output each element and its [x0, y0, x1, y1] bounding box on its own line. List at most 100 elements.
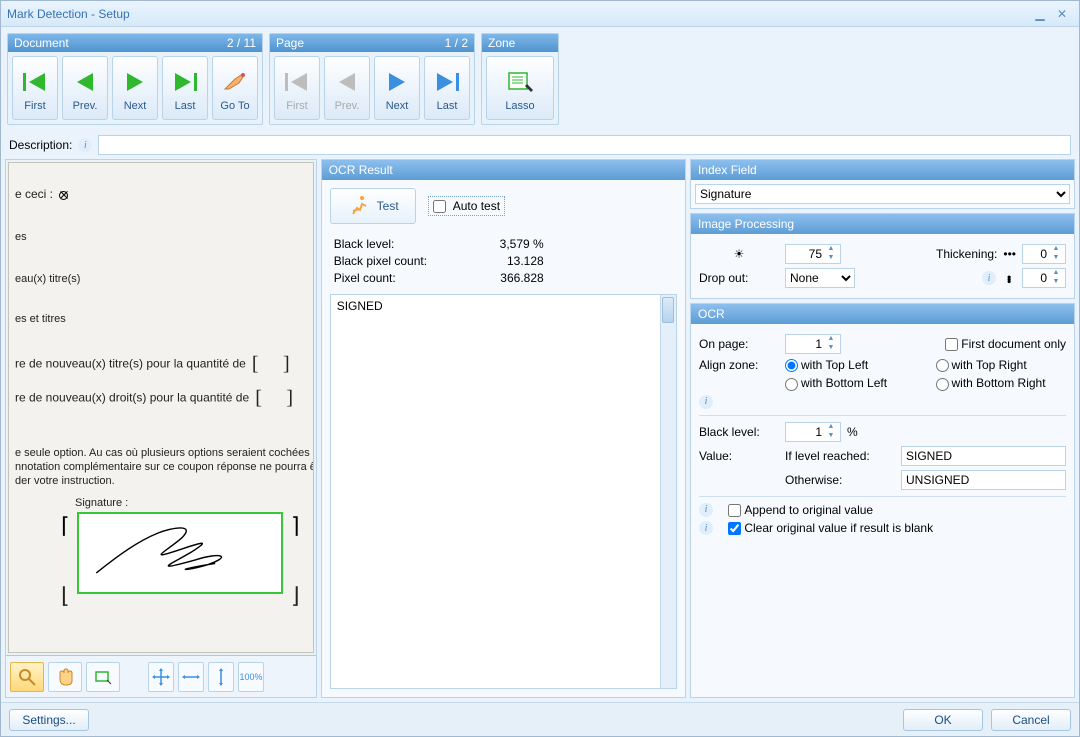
thickening-spin[interactable]: ▲▼	[1022, 244, 1066, 264]
align-topright-radio[interactable]: with Top Right	[936, 358, 1067, 372]
dropout-label: Drop out:	[699, 271, 779, 285]
btn-label: Go To	[220, 100, 249, 112]
document-preview[interactable]: e ceci : es eau(x) titre(s) es et titres…	[8, 162, 314, 653]
black-level-spin[interactable]: ▲▼	[785, 422, 841, 442]
doc-text: e ceci :	[15, 187, 53, 201]
first-icon	[20, 68, 50, 96]
page-last-button[interactable]: Last	[424, 56, 470, 120]
align-bottomleft-radio[interactable]: with Bottom Left	[785, 376, 916, 390]
pan-tool[interactable]	[48, 662, 82, 692]
window-title: Mark Detection - Setup	[7, 7, 130, 21]
close-icon[interactable]: ✕	[1051, 5, 1073, 23]
goto-icon	[220, 68, 250, 96]
btn-label: Next	[386, 100, 409, 112]
index-field-select[interactable]: Signature	[695, 184, 1070, 204]
align-zone-label: Align zone:	[699, 358, 779, 372]
result-value: SIGNED	[337, 299, 383, 313]
info-icon[interactable]: i	[78, 138, 92, 152]
description-label: Description:	[9, 138, 72, 152]
append-checkbox[interactable]: Append to original value	[728, 503, 873, 517]
right-pane: Index Field Signature Image Processing ☀…	[690, 159, 1075, 698]
first-icon	[282, 68, 312, 96]
lasso-button[interactable]: Lasso	[486, 56, 554, 120]
last-icon	[170, 68, 200, 96]
btn-label: Lasso	[505, 100, 534, 112]
page-counter: 1 / 2	[445, 36, 468, 50]
settings-button[interactable]: Settings...	[9, 709, 89, 731]
extra-spin[interactable]: ▲▼	[1022, 268, 1066, 288]
ribbon-header-document: Document 2 / 11	[8, 34, 262, 52]
doc-last-button[interactable]: Last	[162, 56, 208, 120]
radio-label: with Top Right	[952, 358, 1027, 372]
page-prev-button[interactable]: Prev.	[324, 56, 370, 120]
align-topleft-radio[interactable]: with Top Left	[785, 358, 916, 372]
cancel-button[interactable]: Cancel	[991, 709, 1071, 731]
doc-goto-button[interactable]: Go To	[212, 56, 258, 120]
otherwise-input[interactable]	[901, 470, 1066, 490]
otherwise-label: Otherwise:	[785, 473, 895, 487]
doc-text: e seule option. Au cas où plusieurs opti…	[15, 447, 310, 459]
next-icon	[120, 68, 150, 96]
doc-next-button[interactable]: Next	[112, 56, 158, 120]
ocr-result-text[interactable]: SIGNED	[330, 294, 677, 689]
info-icon[interactable]: i	[699, 395, 713, 409]
radio-label: with Bottom Left	[801, 376, 887, 390]
thickening-label: Thickening:	[936, 247, 997, 261]
magnify-icon	[17, 667, 37, 687]
bracket-icon: ⌊	[61, 583, 70, 609]
info-icon[interactable]: i	[699, 521, 713, 535]
align-bottomright-radio[interactable]: with Bottom Right	[936, 376, 1067, 390]
btn-label: First	[286, 100, 307, 112]
fit-height-tool[interactable]	[208, 662, 234, 692]
page-first-button[interactable]: First	[274, 56, 320, 120]
fit-width-tool[interactable]	[178, 662, 204, 692]
bracket-icon: ⌈	[61, 513, 70, 539]
page-next-button[interactable]: Next	[374, 56, 420, 120]
runner-icon	[347, 194, 371, 218]
minimize-icon[interactable]: ▁	[1029, 5, 1051, 23]
titlebar: Mark Detection - Setup ▁ ✕	[1, 1, 1079, 27]
next-icon	[382, 68, 412, 96]
signature-zone[interactable]	[77, 512, 283, 594]
ribbon: Document 2 / 11 First Prev. Next Last Go…	[1, 27, 1079, 131]
first-doc-only-checkbox[interactable]: First document only	[945, 337, 1066, 351]
doc-prev-button[interactable]: Prev.	[62, 56, 108, 120]
if-reached-input[interactable]	[901, 446, 1066, 466]
brightness-icon: ☀	[699, 247, 779, 261]
on-page-spin[interactable]: ▲▼	[785, 334, 841, 354]
rect-select-tool[interactable]	[86, 662, 120, 692]
clear-blank-checkbox[interactable]: Clear original value if result is blank	[728, 521, 933, 535]
magnify-tool[interactable]	[10, 662, 44, 692]
index-field-section: Index Field Signature	[690, 159, 1075, 209]
ok-button[interactable]: OK	[903, 709, 983, 731]
dropout-select[interactable]: None	[785, 268, 855, 288]
chk-label: Clear original value if result is blank	[744, 521, 933, 535]
doc-text: eau(x) titre(s)	[15, 273, 80, 285]
scrollbar[interactable]	[660, 295, 676, 688]
preview-toolbar: 100%	[6, 655, 316, 697]
zoom-100-tool[interactable]: 100%	[238, 662, 264, 692]
scroll-thumb[interactable]	[662, 297, 674, 323]
doc-text: re de nouveau(x) titre(s) pour la quanti…	[15, 356, 246, 370]
fit-width-icon	[182, 668, 200, 686]
index-field-header: Index Field	[691, 160, 1074, 180]
ribbon-group-zone: Zone Lasso	[481, 33, 559, 125]
brightness-spin[interactable]: ▲▼	[785, 244, 841, 264]
fit-page-tool[interactable]	[148, 662, 174, 692]
ribbon-group-document: Document 2 / 11 First Prev. Next Last Go…	[7, 33, 263, 125]
on-page-label: On page:	[699, 337, 779, 351]
btn-label: Last	[175, 100, 196, 112]
lasso-icon	[505, 68, 535, 96]
chk-label: Auto test	[453, 199, 500, 213]
info-icon[interactable]: i	[982, 271, 996, 285]
btn-label: Next	[124, 100, 147, 112]
doc-text: es	[15, 231, 27, 243]
ribbon-header-zone: Zone	[482, 34, 558, 52]
description-input[interactable]	[98, 135, 1071, 155]
test-button[interactable]: Test	[330, 188, 416, 224]
doc-first-button[interactable]: First	[12, 56, 58, 120]
dots-vert-icon: •••	[1002, 275, 1016, 282]
ocr-config-section: OCR On page: ▲▼ First document only Alig…	[690, 303, 1075, 698]
info-icon[interactable]: i	[699, 503, 713, 517]
auto-test-checkbox[interactable]: Auto test	[428, 196, 505, 216]
